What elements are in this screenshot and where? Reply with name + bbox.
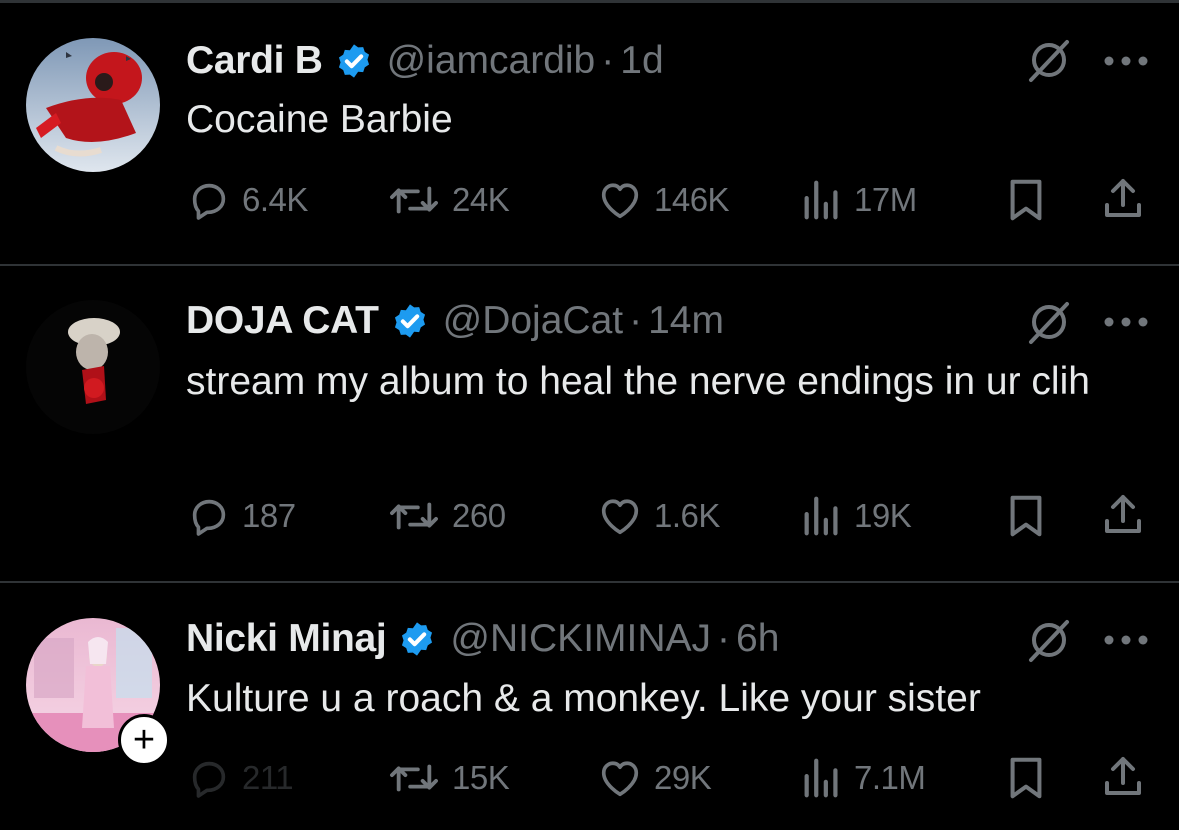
share-icon[interactable] xyxy=(1098,491,1148,539)
reply-count: 187 xyxy=(242,497,296,534)
tweet-cardi-b[interactable]: Cardi B @iamcardib · 1d Cocaine Barbie 6… xyxy=(0,0,1179,265)
display-name[interactable]: DOJA CAT xyxy=(186,299,379,343)
handle[interactable]: @DojaCat xyxy=(443,299,624,343)
tweet-text: stream my album to heal the nerve ending… xyxy=(186,360,1090,403)
verified-badge-icon xyxy=(394,304,425,338)
like-button[interactable]: 146K xyxy=(596,175,730,225)
display-name[interactable]: Cardi B xyxy=(186,39,323,83)
separator-dot: · xyxy=(601,39,615,82)
repost-button[interactable]: 15K xyxy=(386,753,510,803)
reply-icon xyxy=(192,499,226,536)
handle[interactable]: @iamcardib xyxy=(387,39,596,83)
reply-button[interactable]: 187 xyxy=(186,491,296,541)
grok-icon[interactable] xyxy=(1025,298,1073,346)
repost-button[interactable]: 24K xyxy=(386,175,510,225)
more-icon[interactable] xyxy=(1103,55,1149,67)
reply-count: 211 xyxy=(242,759,294,796)
like-icon xyxy=(601,183,639,219)
verified-badge-icon xyxy=(402,622,433,656)
follow-plus-button[interactable]: + xyxy=(118,714,170,766)
tweet-text: Kulture u a roach & a monkey. Like your … xyxy=(186,677,981,720)
views-button[interactable]: 7.1M xyxy=(800,753,926,803)
separator-dot: · xyxy=(717,617,731,660)
reply-button[interactable]: 6.4K xyxy=(186,175,308,225)
share-icon[interactable] xyxy=(1098,175,1148,223)
avatar[interactable] xyxy=(26,38,160,172)
timestamp[interactable]: 6h xyxy=(736,617,779,661)
repost-icon xyxy=(390,764,438,792)
repost-icon xyxy=(390,186,438,214)
like-count: 146K xyxy=(654,181,730,218)
tweet-doja-cat[interactable]: DOJA CAT @DojaCat · 14m stream my album … xyxy=(0,266,1179,582)
like-count: 1.6K xyxy=(654,497,720,534)
bookmark-icon[interactable] xyxy=(1004,493,1048,539)
views-count: 19K xyxy=(854,497,912,534)
timestamp[interactable]: 1d xyxy=(620,39,663,83)
views-icon xyxy=(804,180,838,220)
grok-icon[interactable] xyxy=(1025,36,1073,84)
action-bar: 6.4K 24K 146K 17M xyxy=(186,175,1156,225)
share-icon[interactable] xyxy=(1098,753,1148,801)
grok-icon[interactable] xyxy=(1025,616,1073,664)
display-name[interactable]: Nicki Minaj xyxy=(186,617,387,661)
repost-count: 24K xyxy=(452,181,510,218)
views-icon xyxy=(804,496,838,536)
tweet-header: Cardi B @iamcardib · 1d xyxy=(186,36,664,86)
more-icon[interactable] xyxy=(1103,316,1149,328)
separator-dot: · xyxy=(629,299,643,342)
views-button[interactable]: 19K xyxy=(800,491,912,541)
views-icon xyxy=(804,758,838,798)
repost-icon xyxy=(390,502,438,530)
reply-count: 6.4K xyxy=(242,181,308,218)
timestamp[interactable]: 14m xyxy=(648,299,724,343)
views-count: 17M xyxy=(854,181,917,218)
reply-button[interactable]: 211 xyxy=(186,753,294,803)
verified-badge-icon xyxy=(338,44,369,78)
reply-icon xyxy=(192,183,226,220)
repost-count: 15K xyxy=(452,759,510,796)
handle[interactable]: @NICKIMINAJ xyxy=(450,617,711,661)
views-count: 7.1M xyxy=(854,759,926,796)
action-bar: 187 260 1.6K 19K xyxy=(186,491,1156,541)
reply-icon xyxy=(192,761,226,798)
views-button[interactable]: 17M xyxy=(800,175,917,225)
bookmark-icon[interactable] xyxy=(1004,755,1048,801)
avatar[interactable] xyxy=(26,300,160,434)
repost-button[interactable]: 260 xyxy=(386,491,506,541)
like-icon xyxy=(601,499,639,535)
repost-count: 260 xyxy=(452,497,506,534)
action-bar: 211 15K 29K 7.1M xyxy=(186,753,1156,803)
more-icon[interactable] xyxy=(1103,634,1149,646)
tweet-header: DOJA CAT @DojaCat · 14m xyxy=(186,296,724,346)
like-button[interactable]: 1.6K xyxy=(596,491,720,541)
like-count: 29K xyxy=(654,759,712,796)
like-button[interactable]: 29K xyxy=(596,753,712,803)
tweet-text: Cocaine Barbie xyxy=(186,98,453,141)
bookmark-icon[interactable] xyxy=(1004,177,1048,223)
tweet-nicki-minaj[interactable]: + Nicki Minaj @NICKIMINAJ · 6h Kulture u… xyxy=(0,583,1179,830)
like-icon xyxy=(601,761,639,797)
tweet-header: Nicki Minaj @NICKIMINAJ · 6h xyxy=(186,614,779,664)
